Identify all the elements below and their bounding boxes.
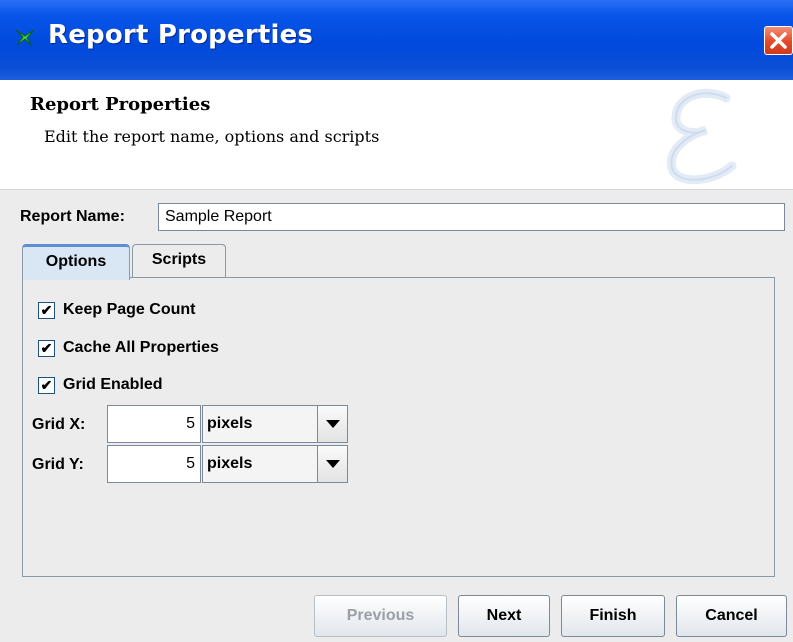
grid-x-unit-select[interactable]: pixels: [202, 405, 348, 443]
grid-enabled-label: Grid Enabled: [63, 376, 163, 393]
header-subtitle: Edit the report name, options and script…: [44, 127, 380, 146]
grid-x-dropdown-button[interactable]: [317, 406, 347, 442]
grid-x-unit-value: pixels: [207, 415, 253, 432]
keep-page-count-label: Keep Page Count: [63, 301, 196, 318]
report-name-input[interactable]: [158, 203, 785, 231]
chevron-down-icon: [326, 420, 340, 428]
chevron-down-icon: [326, 460, 340, 468]
cache-all-properties-label: Cache All Properties: [63, 339, 219, 356]
grid-enabled-option[interactable]: ✔ Grid Enabled: [38, 375, 163, 395]
finish-button[interactable]: Finish: [561, 595, 665, 637]
next-button[interactable]: Next: [458, 595, 550, 637]
tab-options[interactable]: Options: [22, 244, 130, 280]
grid-y-dropdown-button[interactable]: [317, 446, 347, 482]
logo-watermark-icon: [667, 88, 737, 185]
keep-page-count-option[interactable]: ✔ Keep Page Count: [38, 300, 195, 320]
grid-y-unit-value: pixels: [207, 455, 253, 472]
grid-y-label: Grid Y:: [32, 456, 84, 473]
grid-y-unit-select[interactable]: pixels: [202, 445, 348, 483]
grid-y-input[interactable]: 5: [107, 445, 201, 483]
window-titlebar: Report Properties: [0, 0, 793, 80]
previous-button[interactable]: Previous: [314, 595, 447, 637]
tab-scripts-label: Scripts: [151, 251, 207, 268]
keep-page-count-checkbox[interactable]: ✔: [38, 301, 55, 319]
window-title: Report Properties: [48, 20, 314, 50]
header-title: Report Properties: [30, 94, 211, 115]
tab-scripts[interactable]: Scripts: [132, 244, 226, 278]
close-button[interactable]: [764, 26, 793, 55]
tab-options-label: Options: [45, 253, 107, 270]
cache-all-properties-option[interactable]: ✔ Cache All Properties: [38, 338, 219, 358]
cancel-button[interactable]: Cancel: [676, 595, 787, 637]
grid-x-label: Grid X:: [32, 416, 86, 433]
grid-x-input[interactable]: 5: [107, 405, 201, 443]
report-name-label: Report Name:: [20, 208, 125, 225]
grid-enabled-checkbox[interactable]: ✔: [38, 376, 55, 394]
cache-all-properties-checkbox[interactable]: ✔: [38, 339, 55, 357]
close-icon: [770, 32, 787, 49]
app-icon: [15, 29, 35, 47]
